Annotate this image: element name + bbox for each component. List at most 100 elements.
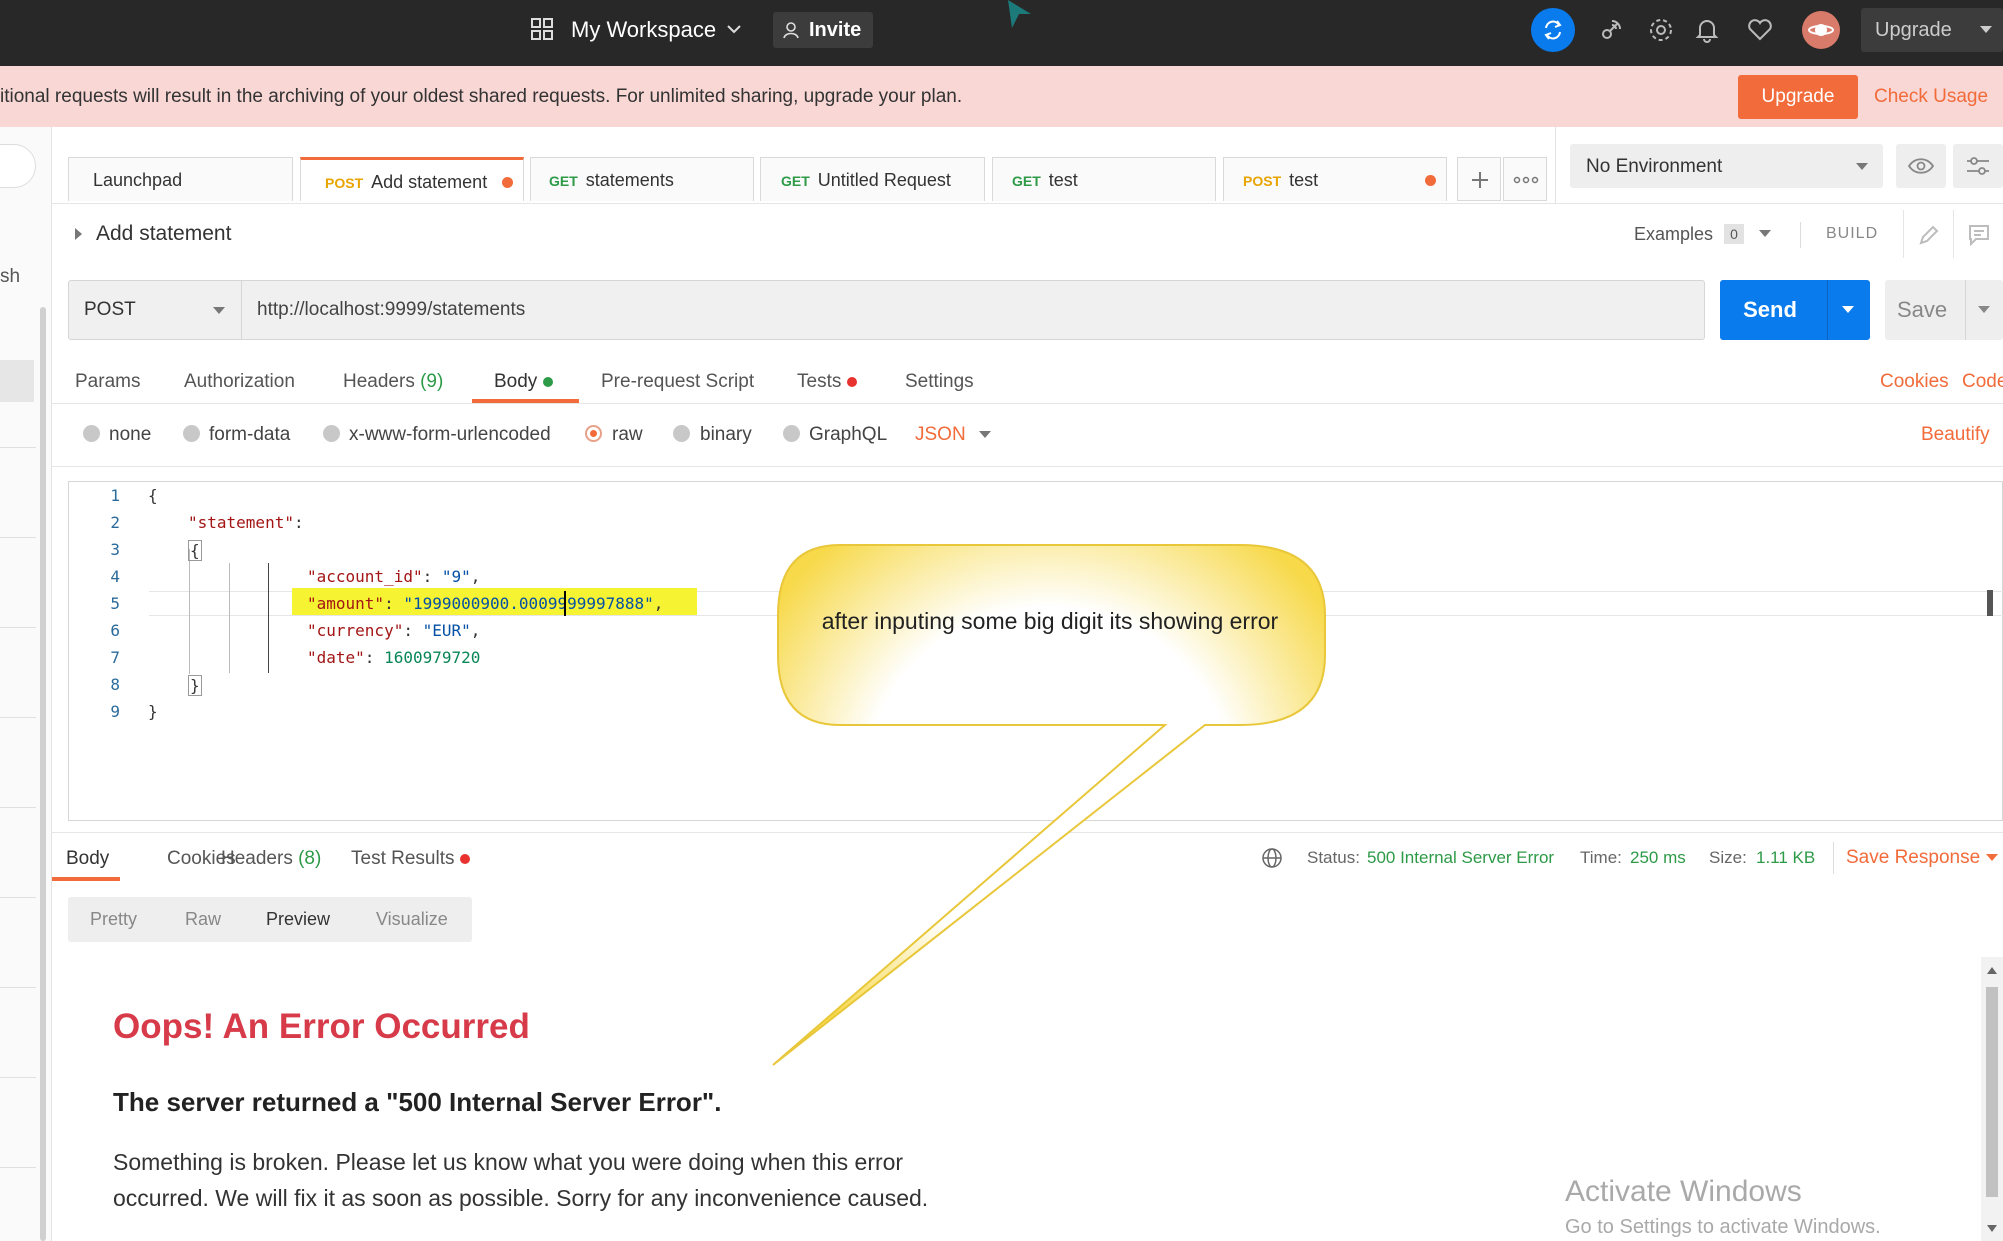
body-format-select[interactable]: JSON <box>915 424 966 446</box>
sync-icon[interactable] <box>1531 8 1575 52</box>
line-number: 1 <box>110 486 120 505</box>
sidebar-search-input[interactable] <box>0 144 36 188</box>
tab-tests[interactable]: Tests <box>797 371 857 393</box>
caret-down-icon[interactable] <box>978 430 992 440</box>
radio-none[interactable] <box>83 425 100 442</box>
build-mode-label[interactable]: BUILD <box>1826 225 1878 243</box>
code-line: "statement": <box>188 513 304 532</box>
upgrade-menu-button[interactable]: Upgrade <box>1861 8 2003 52</box>
radio-form-data-label: form-data <box>209 424 291 445</box>
save-response-button[interactable]: Save Response <box>1846 847 1980 869</box>
radio-urlencoded[interactable] <box>323 425 340 442</box>
tab-launchpad[interactable]: Launchpad <box>68 157 293 201</box>
status-dot <box>846 377 857 387</box>
invite-button[interactable]: Invite <box>773 12 873 48</box>
text-cursor <box>564 591 566 616</box>
tab-statements[interactable]: GET statements <box>530 157 754 201</box>
tab-headers-label: Headers <box>343 371 415 392</box>
response-tab-test-results[interactable]: Test Results <box>351 848 470 870</box>
tab-authorization[interactable]: Authorization <box>184 371 295 393</box>
code-link[interactable]: Code <box>1962 371 2003 393</box>
cookies-link[interactable]: Cookies <box>1880 371 1949 393</box>
sliders-icon <box>1967 157 1989 175</box>
code-token: : <box>422 567 442 586</box>
caret-down-icon[interactable] <box>1977 305 1991 315</box>
tab-settings[interactable]: Settings <box>905 371 974 393</box>
scrollbar-thumb[interactable] <box>1986 987 1998 1197</box>
divider <box>52 203 2003 204</box>
scroll-down-arrow-icon[interactable] <box>1986 1224 1998 1234</box>
code-token: , <box>470 567 481 586</box>
caret-down-icon[interactable] <box>1841 305 1855 315</box>
view-preview[interactable]: Preview <box>266 909 330 930</box>
sidebar-selected-item[interactable] <box>0 360 34 402</box>
environment-select[interactable]: No Environment <box>1570 144 1883 188</box>
tab-add-statement[interactable]: POST Add statement <box>300 157 524 201</box>
user-avatar[interactable] <box>1802 11 1840 49</box>
view-pretty[interactable]: Pretty <box>90 909 137 930</box>
line-number: 9 <box>110 702 120 721</box>
chevron-down-icon[interactable] <box>726 22 742 40</box>
tab-body[interactable]: Body <box>494 371 553 393</box>
sidebar-tab-label[interactable]: sh <box>0 266 20 288</box>
radio-binary-label: binary <box>700 424 752 445</box>
size-label: Size: <box>1709 848 1747 867</box>
unsaved-dot <box>502 177 513 188</box>
tab-options-button[interactable] <box>1503 157 1547 201</box>
save-button[interactable]: Save <box>1885 280 2003 340</box>
time-value[interactable]: 250 ms <box>1630 848 1686 868</box>
new-tab-button[interactable] <box>1457 157 1501 201</box>
sidebar-scrollbar[interactable] <box>40 307 46 1241</box>
workspaces-grid-icon[interactable] <box>531 18 553 40</box>
sidebar-divider <box>0 447 36 448</box>
line-number: 8 <box>110 675 120 694</box>
examples-label[interactable]: Examples <box>1634 224 1713 245</box>
url-input[interactable]: http://localhost:9999/statements <box>257 299 525 321</box>
request-name[interactable]: Add statement <box>96 222 231 246</box>
notifications-bell-icon[interactable] <box>1695 17 1719 48</box>
response-headers-count: (8) <box>298 848 322 869</box>
manage-environments-button[interactable] <box>1953 144 2003 188</box>
upgrade-button[interactable]: Upgrade <box>1738 75 1858 119</box>
caret-down-icon <box>1856 163 1868 170</box>
radio-graphql[interactable] <box>783 425 800 442</box>
top-bar: My Workspace Invite Upgrade <box>0 0 2003 66</box>
settings-gear-icon[interactable] <box>1648 17 1674 48</box>
radio-form-data[interactable] <box>183 425 200 442</box>
caret-right-icon[interactable] <box>74 227 84 241</box>
caret-down-icon[interactable] <box>1758 229 1772 239</box>
view-visualize[interactable]: Visualize <box>376 909 448 930</box>
banner-message: itional requests will result in the arch… <box>0 86 963 107</box>
edit-pencil-icon[interactable] <box>1903 210 1953 258</box>
workspace-switcher[interactable]: My Workspace <box>571 17 716 43</box>
radio-raw[interactable] <box>585 425 602 442</box>
check-usage-link[interactable]: Check Usage <box>1874 86 1988 108</box>
code-line: "account_id": "9", <box>307 567 480 586</box>
tab-test-get[interactable]: GET test <box>992 157 1216 201</box>
heart-icon[interactable] <box>1747 18 1773 47</box>
comments-icon[interactable] <box>1953 210 2003 258</box>
tab-test-post[interactable]: POST test <box>1223 157 1447 201</box>
tab-pre-request-script[interactable]: Pre-request Script <box>601 371 754 393</box>
tab-method: POST <box>325 175 364 191</box>
status-value[interactable]: 500 Internal Server Error <box>1367 848 1554 868</box>
tab-headers[interactable]: Headers (9) <box>343 371 443 393</box>
tab-untitled-request[interactable]: GET Untitled Request <box>760 157 985 201</box>
beautify-link[interactable]: Beautify <box>1921 424 1990 446</box>
method-select[interactable]: POST <box>69 281 242 339</box>
tab-params[interactable]: Params <box>75 371 140 393</box>
size-value[interactable]: 1.11 KB <box>1756 848 1815 868</box>
response-tab-body[interactable]: Body <box>66 848 109 870</box>
environment-quick-look-button[interactable] <box>1896 144 1946 188</box>
view-raw[interactable]: Raw <box>185 909 221 930</box>
satellite-icon[interactable] <box>1598 17 1624 48</box>
response-scrollbar[interactable] <box>1981 957 2003 1241</box>
code-token: { <box>190 541 200 560</box>
send-button[interactable]: Send <box>1720 280 1870 340</box>
caret-down-icon[interactable] <box>1985 853 1999 863</box>
sidebar-divider <box>0 897 36 898</box>
response-tab-headers[interactable]: Headers (8) <box>221 848 321 870</box>
scroll-up-arrow-icon[interactable] <box>1986 965 1998 975</box>
radio-binary[interactable] <box>673 425 690 442</box>
tab-method: GET <box>1012 173 1041 189</box>
